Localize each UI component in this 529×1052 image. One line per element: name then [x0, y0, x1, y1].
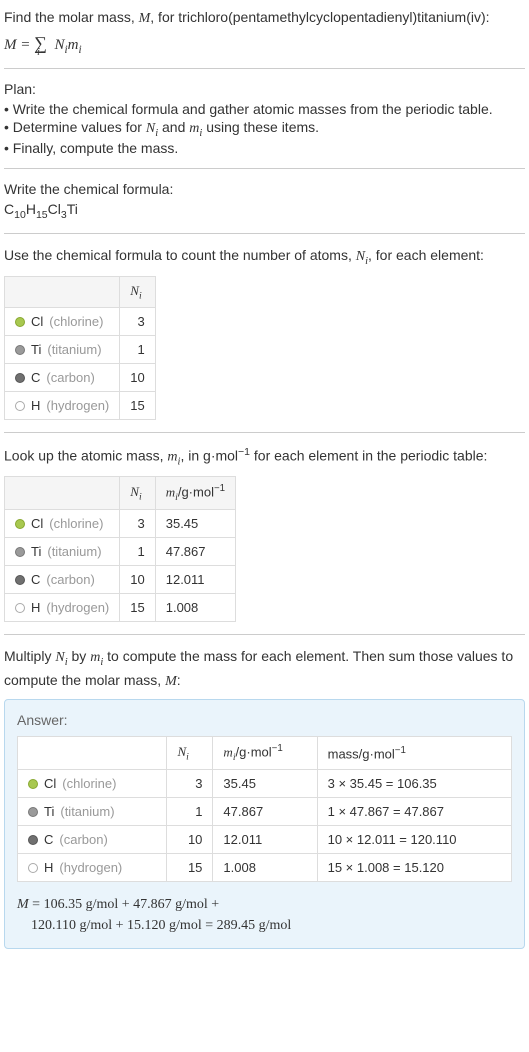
table-row: C (carbon) 10 12.011 10 × 12.011 = 120.1… — [18, 826, 512, 854]
column-header-m: mi/g·mol−1 — [155, 477, 235, 510]
table-row: Ti (titanium) 1 47.867 1 × 47.867 = 47.8… — [18, 798, 512, 826]
plan-title: Plan: — [4, 81, 525, 97]
answer-label: Answer: — [17, 712, 512, 728]
element-dot-icon — [15, 519, 25, 529]
column-header-mass: mass/g·mol−1 — [317, 737, 511, 770]
table-row: C (carbon) 10 — [5, 364, 156, 392]
table-row: H (hydrogen) 15 — [5, 392, 156, 420]
table-row: Ti (titanium) 1 47.867 — [5, 538, 236, 566]
intro-section: Find the molar mass, M, for trichloro(pe… — [4, 8, 525, 56]
element-dot-icon — [15, 575, 25, 585]
table-header-row: Ni — [5, 276, 156, 308]
count-table: Ni Cl (chlorine) 3 Ti (titanium) 1 C (ca… — [4, 276, 156, 421]
divider — [4, 68, 525, 69]
plan-item: • Write the chemical formula and gather … — [4, 101, 525, 117]
plan-item: • Determine values for Ni and mi using t… — [4, 119, 525, 139]
element-dot-icon — [28, 807, 38, 817]
table-row: C (carbon) 10 12.011 — [5, 566, 236, 594]
divider — [4, 634, 525, 635]
element-dot-icon — [15, 317, 25, 327]
plan-item: • Finally, compute the mass. — [4, 140, 525, 156]
plan-list: • Write the chemical formula and gather … — [4, 101, 525, 157]
table-row: H (hydrogen) 15 1.008 — [5, 594, 236, 622]
element-dot-icon — [28, 835, 38, 845]
count-intro: Use the chemical formula to count the nu… — [4, 246, 525, 269]
table-row: H (hydrogen) 15 1.008 15 × 1.008 = 15.12… — [18, 854, 512, 882]
element-dot-icon — [15, 603, 25, 613]
column-header-N: Ni — [120, 276, 155, 308]
table-row: Cl (chlorine) 3 35.45 — [5, 510, 236, 538]
element-dot-icon — [15, 401, 25, 411]
table-header-row: Ni mi/g·mol−1 mass/g·mol−1 — [18, 737, 512, 770]
column-header-m: mi/g·mol−1 — [213, 737, 317, 770]
table-header-row: Ni mi/g·mol−1 — [5, 477, 236, 510]
divider — [4, 168, 525, 169]
divider — [4, 432, 525, 433]
table-row: Ti (titanium) 1 — [5, 336, 156, 364]
plan-section: Plan: • Write the chemical formula and g… — [4, 81, 525, 157]
final-calculation: M = 106.35 g/mol + 47.867 g/mol + 120.11… — [17, 894, 512, 936]
table-row: Cl (chlorine) 3 — [5, 308, 156, 336]
column-header-N: Ni — [120, 477, 155, 510]
chemical-formula-section: Write the chemical formula: C10H15Cl3Ti — [4, 181, 525, 221]
intro-text: Find the molar mass, M, for trichloro(pe… — [4, 8, 525, 29]
lookup-intro: Look up the atomic mass, mi, in g·mol−1 … — [4, 445, 525, 470]
count-section: Use the chemical formula to count the nu… — [4, 246, 525, 420]
column-header-N: Ni — [167, 737, 213, 770]
divider — [4, 233, 525, 234]
molar-mass-formula: M = ∑i Nimi — [4, 33, 525, 56]
multiply-section: Multiply Ni by mi to compute the mass fo… — [4, 647, 525, 949]
answer-table: Ni mi/g·mol−1 mass/g·mol−1 Cl (chlorine)… — [17, 736, 512, 882]
lookup-section: Look up the atomic mass, mi, in g·mol−1 … — [4, 445, 525, 622]
element-dot-icon — [15, 345, 25, 355]
chemical-formula: C10H15Cl3Ti — [4, 201, 525, 221]
element-dot-icon — [28, 779, 38, 789]
element-dot-icon — [15, 373, 25, 383]
chemical-formula-title: Write the chemical formula: — [4, 181, 525, 197]
element-dot-icon — [28, 863, 38, 873]
table-row: Cl (chlorine) 3 35.45 3 × 35.45 = 106.35 — [18, 770, 512, 798]
lookup-table: Ni mi/g·mol−1 Cl (chlorine) 3 35.45 Ti (… — [4, 476, 236, 622]
multiply-intro: Multiply Ni by mi to compute the mass fo… — [4, 647, 525, 691]
answer-box: Answer: Ni mi/g·mol−1 mass/g·mol−1 Cl (c… — [4, 699, 525, 949]
element-dot-icon — [15, 547, 25, 557]
